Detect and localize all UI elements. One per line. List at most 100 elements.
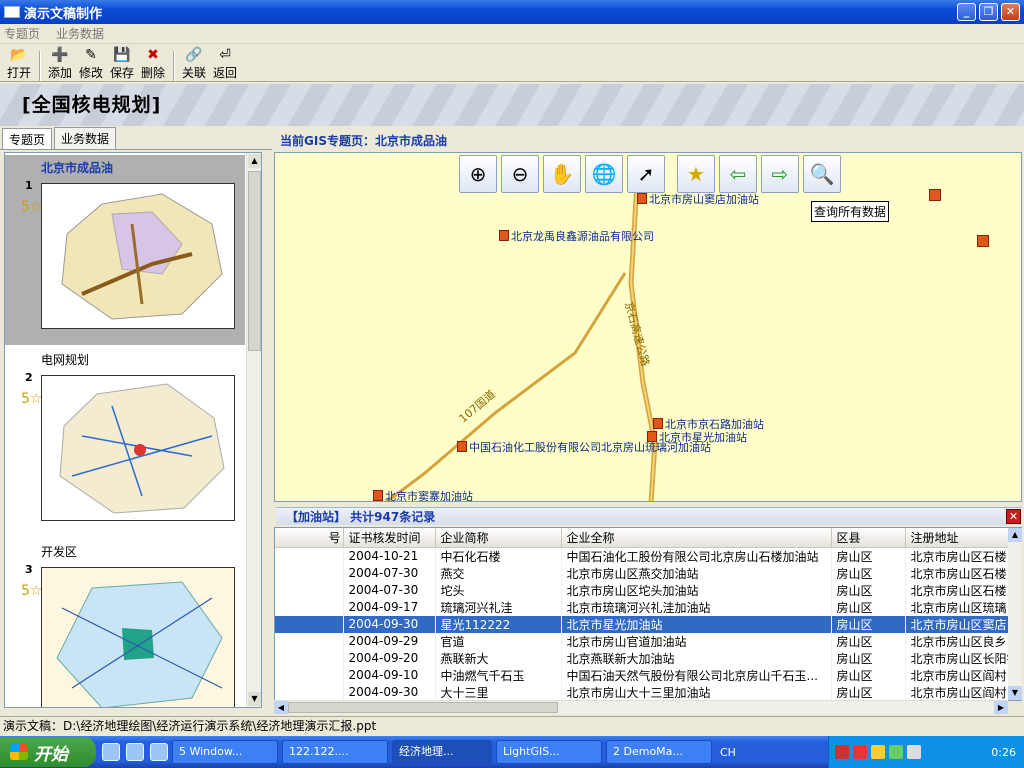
zoom-out-button[interactable]: ⊖ (501, 155, 539, 193)
clock: 0:26 (991, 745, 1016, 759)
scrollbar-thumb[interactable] (248, 171, 261, 351)
gas-station-marker[interactable]: 中国石油化工股份有限公司北京房山琉璃河加油站 (457, 441, 711, 454)
table-cell: 北京市房山区窦店 (905, 615, 1021, 633)
slide-item[interactable]: 北京市成品油 1 5☆ (5, 155, 245, 345)
gas-station-icon[interactable] (929, 189, 941, 201)
taskbar-item[interactable]: 经济地理... (392, 740, 492, 764)
edit-button[interactable]: ✎ 修改 (76, 47, 106, 81)
slide-number: 2 (25, 371, 33, 384)
slide-title: 北京市成品油 (41, 161, 114, 175)
shield-icon[interactable] (871, 745, 885, 759)
start-button[interactable]: 开始 (0, 737, 96, 767)
scroll-up-icon[interactable]: ▲ (1008, 528, 1022, 542)
slide-list-scrollbar[interactable]: ▲ ▼ (246, 153, 261, 707)
link-button[interactable]: 🔗 关联 (179, 47, 209, 81)
taskbar-item[interactable]: 5 Window... (172, 740, 278, 764)
table-row[interactable]: 2004-09-20 燕联新大 北京燕联新大加油站 房山区 北京市房山区长阳镇 (275, 649, 1021, 667)
return-icon: ⏎ (219, 47, 231, 63)
column-header[interactable]: 注册地址 (905, 528, 1021, 548)
table-row[interactable]: 2004-09-30 星光112222 北京市星光加油站 房山区 北京市房山区窦店 (275, 615, 1021, 633)
table-row[interactable]: 2004-09-29 官道 北京市房山官道加油站 房山区 北京市房山区良乡 (275, 632, 1021, 650)
select-button[interactable]: ➚ (627, 155, 665, 193)
maximize-button[interactable]: ❐ (979, 3, 998, 21)
slide-item[interactable]: 电网规划 2 5☆ (5, 347, 245, 537)
open-button[interactable]: 📂 打开 (4, 47, 34, 81)
taskbar-item[interactable]: 2 DemoMa... (606, 740, 712, 764)
quick-launch-icon[interactable] (102, 743, 120, 761)
bookmark-button[interactable]: ★ (677, 155, 715, 193)
return-button[interactable]: ⏎ 返回 (210, 47, 240, 81)
table-cell (275, 649, 344, 667)
add-button[interactable]: ➕ 添加 (45, 47, 75, 81)
table-header-row: 号 证书核发时间 企业简称 企业全称 区县 注册地址 (275, 528, 1021, 548)
volume-icon[interactable] (907, 745, 921, 759)
table-cell (275, 564, 344, 582)
table-cell: 房山区 (831, 564, 906, 582)
back-icon: ⇦ (729, 162, 747, 186)
column-header[interactable]: 号 (275, 528, 344, 548)
table-row[interactable]: 2004-09-30 大十三里 北京市房山大十三里加油站 房山区 北京市房山区阎村 (275, 683, 1021, 700)
table-cell (275, 666, 344, 684)
tab-business-data[interactable]: 业务数据 (54, 127, 117, 149)
full-extent-button[interactable]: 🌐 (585, 155, 623, 193)
tray-icon[interactable] (853, 745, 867, 759)
table-cell: 房山区 (831, 598, 906, 616)
quick-launch-icon[interactable] (150, 743, 168, 761)
table-row[interactable]: 2004-09-10 中油燃气千石玉 中国石油天然气股份有限公司北京房山千石玉...… (275, 666, 1021, 684)
gas-station-marker[interactable]: 北京市京石路加油站 (653, 418, 764, 431)
column-header[interactable]: 区县 (831, 528, 906, 548)
table-cell: 2004-10-21 (343, 547, 436, 565)
slide-item[interactable]: 开发区 3 5☆ (5, 539, 245, 707)
table-row[interactable]: 2004-07-30 燕交 北京市房山区燕交加油站 房山区 北京市房山区石楼 (275, 564, 1021, 582)
language-indicator[interactable]: CH (720, 746, 736, 759)
tray-icon[interactable] (835, 745, 849, 759)
forward-button[interactable]: ⇨ (761, 155, 799, 193)
gas-station-marker[interactable]: 北京市窦寨加油站 (373, 490, 473, 501)
zoom-in-button[interactable]: ⊕ (459, 155, 497, 193)
column-header[interactable]: 企业简称 (435, 528, 562, 548)
window-title: 演示文稿制作 (24, 6, 103, 22)
grid-horizontal-scrollbar[interactable]: ◀ ▶ (274, 700, 1008, 714)
table-cell: 中石化石楼 (435, 547, 562, 565)
table-cell: 北京市房山区长阳镇 (905, 649, 1021, 667)
pan-button[interactable]: ✋ (543, 155, 581, 193)
taskbar-item[interactable]: 122.122.... (282, 740, 388, 764)
table-cell: 北京市房山区阎村 (905, 683, 1021, 700)
column-header[interactable]: 企业全称 (561, 528, 832, 548)
tab-topic[interactable]: 专题页 (2, 128, 53, 149)
gas-station-marker[interactable]: 北京市房山窦店加油站 (637, 193, 759, 206)
toolbar-separator (39, 51, 41, 81)
taskbar: 开始 5 Window... 122.122.... 经济地理... Light… (0, 736, 1024, 768)
scroll-down-icon[interactable]: ▼ (1008, 686, 1022, 700)
column-header[interactable]: 证书核发时间 (343, 528, 436, 548)
query-all-button[interactable]: 🔍 (803, 155, 841, 193)
minimize-button[interactable]: _ (957, 3, 976, 21)
close-button[interactable]: ✕ (1001, 3, 1020, 21)
map-view[interactable]: 京石高速公路 107国道 ⊕ ⊖ ✋ 🌐 ➚ ★ ⇦ ⇨ 🔍 查询所有数据 北京… (274, 152, 1022, 502)
back-button[interactable]: ⇦ (719, 155, 757, 193)
close-icon[interactable]: ✕ (1006, 509, 1021, 524)
scroll-down-icon[interactable]: ▼ (248, 692, 261, 706)
gas-station-marker[interactable]: 北京龙禹良鑫源油品有限公司 (499, 230, 654, 243)
scrollbar-thumb[interactable] (288, 702, 558, 713)
quick-launch-icon[interactable] (126, 743, 144, 761)
status-text: 演示文稿：D:\经济地理绘图\经济运行演示系统\经济地理演示汇报.ppt (3, 719, 377, 733)
table-row[interactable]: 2004-07-30 坨头 北京市房山区坨头加油站 房山区 北京市房山区石楼 (275, 581, 1021, 599)
scroll-left-icon[interactable]: ◀ (274, 701, 288, 714)
tray-icon[interactable] (889, 745, 903, 759)
table-row[interactable]: 2004-09-17 琉璃河兴礼洼 北京市琉璃河兴礼洼加油站 房山区 北京市房山区琉璃 (275, 598, 1021, 616)
scroll-up-icon[interactable]: ▲ (248, 154, 261, 168)
taskbar-item[interactable]: LightGIS... (496, 740, 602, 764)
save-button[interactable]: 💾 保存 (107, 47, 137, 81)
table-row[interactable]: 2004-10-21 中石化石楼 中国石油化工股份有限公司北京房山石楼加油站 房山区北… (275, 547, 1021, 565)
gas-station-icon (637, 193, 647, 204)
delete-button[interactable]: ✖ 删除 (138, 47, 168, 81)
data-grid: 号 证书核发时间 企业简称 企业全称 区县 注册地址 2004-10-21 中石化… (274, 527, 1022, 701)
pan-hand-icon: ✋ (549, 162, 575, 186)
table-cell: 房山区 (831, 632, 906, 650)
grid-vertical-scrollbar[interactable]: ▲ ▼ (1008, 528, 1022, 700)
menu-item-business-data[interactable]: 业务数据 (56, 25, 104, 42)
menu-item-topic[interactable]: 专题页 (4, 25, 40, 42)
gas-station-icon[interactable] (977, 235, 989, 247)
scroll-right-icon[interactable]: ▶ (994, 701, 1008, 714)
